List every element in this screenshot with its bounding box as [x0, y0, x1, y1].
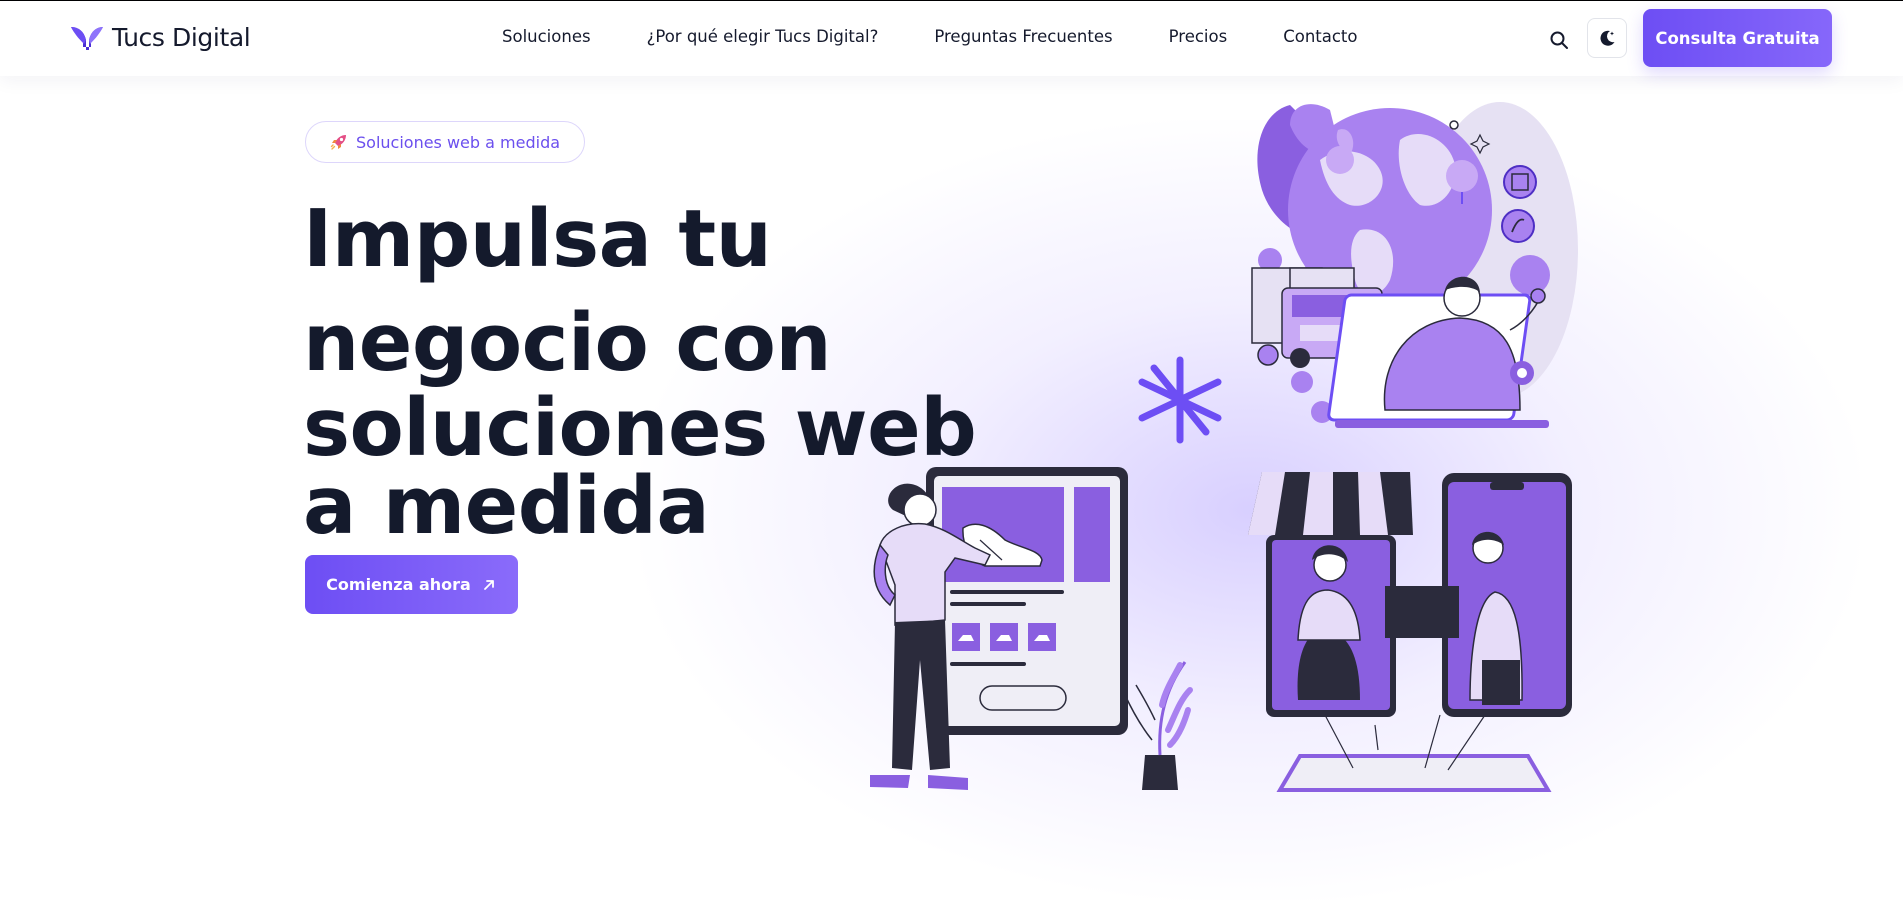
comienza-ahora-label: Comienza ahora: [326, 575, 471, 594]
arrow-up-right-icon: [483, 579, 494, 590]
moon-icon: [1600, 30, 1615, 46]
hero-title-line: negocio con: [303, 297, 832, 389]
nav-soluciones[interactable]: Soluciones: [502, 27, 591, 46]
store-handover-scene: [1248, 472, 1572, 792]
globe-delivery-scene: [1251, 102, 1578, 428]
hero-title-line: soluciones web: [303, 382, 977, 474]
brand-name: Tucs Digital: [112, 23, 251, 52]
brand-logo[interactable]: Tucs Digital: [70, 23, 251, 52]
consulta-gratuita-button[interactable]: Consulta Gratuita: [1643, 9, 1832, 67]
nav-precios[interactable]: Precios: [1169, 27, 1228, 46]
hero-badge: Soluciones web a medida: [305, 121, 586, 163]
y-mark-logo-icon: [71, 26, 103, 50]
nav-contacto[interactable]: Contacto: [1283, 27, 1357, 46]
hero-badge-label: Soluciones web a medida: [356, 132, 561, 152]
nav-por-que-elegir[interactable]: ¿Por qué elegir Tucs Digital?: [647, 27, 879, 46]
hero-title-line: a medida: [303, 460, 710, 552]
search-icon: [1550, 31, 1568, 49]
nav-preguntas-frecuentes[interactable]: Preguntas Frecuentes: [934, 27, 1112, 46]
rocket-icon: [330, 135, 346, 150]
hero-title: Impulsa tu negocio con soluciones web a …: [303, 193, 977, 552]
comienza-ahora-button[interactable]: Comienza ahora: [305, 555, 518, 614]
theme-toggle-button[interactable]: [1587, 18, 1627, 58]
main-nav: Soluciones ¿Por qué elegir Tucs Digital?…: [502, 27, 1414, 46]
search-button[interactable]: [1547, 28, 1571, 52]
hero-title-line: Impulsa tu: [303, 193, 772, 285]
site-header: Tucs Digital Soluciones ¿Por qué elegir …: [0, 1, 1903, 76]
sparkle-icon: [1138, 356, 1222, 444]
